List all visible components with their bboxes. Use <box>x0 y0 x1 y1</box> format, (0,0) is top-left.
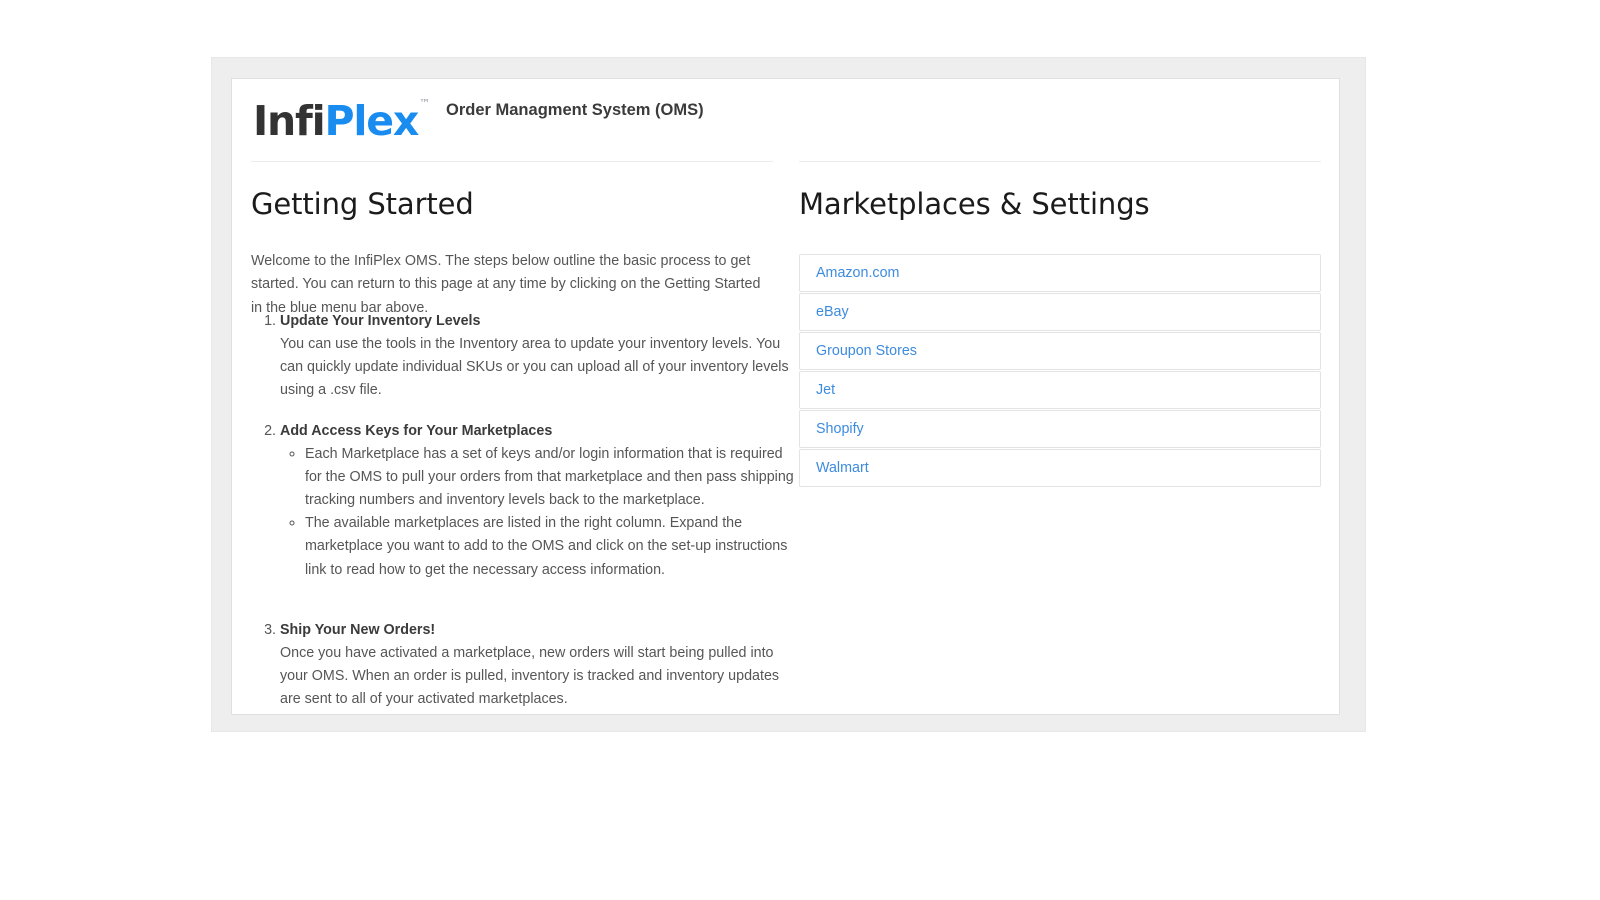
step-spacer <box>280 582 800 602</box>
step-title: Add Access Keys for Your Marketplaces <box>280 422 553 439</box>
step-title: Update Your Inventory Levels <box>280 313 481 329</box>
step-item: Ship Your New Orders! Once you have acti… <box>280 619 800 712</box>
step-item: Update Your Inventory Levels You can use… <box>280 310 800 403</box>
marketplace-row-amazon[interactable]: Amazon.com <box>799 254 1321 292</box>
marketplace-row-groupon[interactable]: Groupon Stores <box>799 332 1321 370</box>
getting-started-steps: Update Your Inventory Levels You can use… <box>251 310 800 728</box>
marketplace-link[interactable]: Shopify <box>800 422 864 437</box>
marketplace-row-walmart[interactable]: Walmart <box>799 449 1321 487</box>
step-sub-list: Each Marketplace has a set of keys and/o… <box>280 443 800 582</box>
marketplace-link[interactable]: Amazon.com <box>800 266 899 281</box>
marketplace-link[interactable]: Jet <box>800 383 835 398</box>
logo-text-accent: Plex <box>324 97 420 145</box>
marketplace-link[interactable]: Groupon Stores <box>800 344 917 359</box>
app-header: InfiPlex™ Order Managment System (OMS) <box>232 79 1339 167</box>
page-title: Order Managment System (OMS) <box>446 101 704 119</box>
step-title: Ship Your New Orders! <box>280 621 436 638</box>
marketplace-link[interactable]: eBay <box>800 305 849 320</box>
marketplace-row-shopify[interactable]: Shopify <box>799 410 1321 448</box>
right-column-divider <box>799 161 1321 162</box>
content-panel: InfiPlex™ Order Managment System (OMS) G… <box>231 78 1340 715</box>
logo-text-primary: Infi <box>253 97 326 145</box>
page-wrapper: InfiPlex™ Order Managment System (OMS) G… <box>211 57 1366 732</box>
step-sub-item: The available marketplaces are listed in… <box>305 512 800 581</box>
marketplaces-settings-heading: Marketplaces & Settings <box>799 187 1150 221</box>
infiplex-logo: InfiPlex™ <box>253 98 430 142</box>
marketplace-list: Amazon.com eBay Groupon Stores Jet Shopi… <box>799 254 1321 488</box>
step-body: Once you have activated a marketplace, n… <box>280 644 780 708</box>
trademark-icon: ™ <box>419 97 431 111</box>
getting-started-heading: Getting Started <box>251 187 474 221</box>
left-column-divider <box>251 161 773 162</box>
marketplace-link[interactable]: Walmart <box>800 461 869 476</box>
step-item: Add Access Keys for Your Marketplaces Ea… <box>280 420 800 602</box>
marketplace-row-ebay[interactable]: eBay <box>799 293 1321 331</box>
step-sub-item: Each Marketplace has a set of keys and/o… <box>305 443 800 512</box>
marketplace-row-jet[interactable]: Jet <box>799 371 1321 409</box>
step-body: You can use the tools in the Inventory a… <box>280 336 789 399</box>
